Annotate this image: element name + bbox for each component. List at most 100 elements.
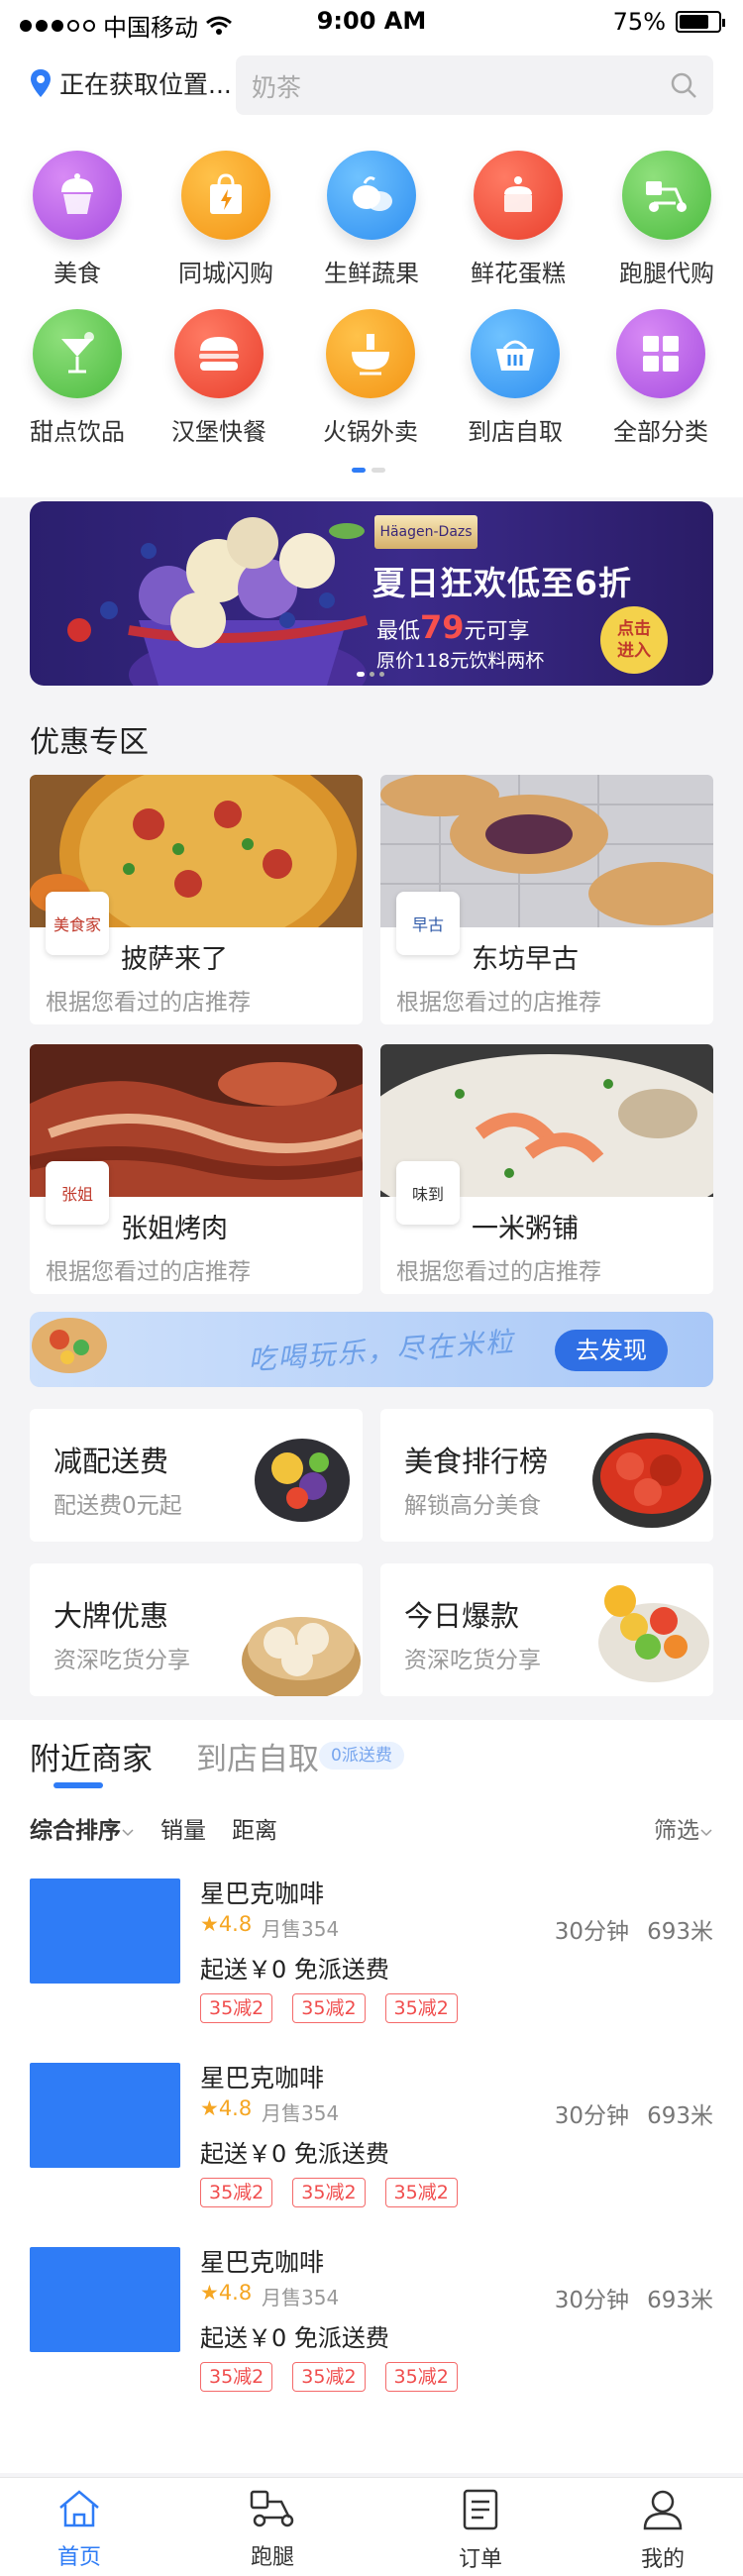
category-label: 生鲜蔬果 — [324, 260, 419, 287]
tab-label: 我的 — [640, 2547, 685, 2572]
sort-bar: 综合排序 销量 距离 — [30, 1811, 277, 1845]
feature-title: 减配送费 — [53, 1445, 169, 1478]
feature-title: 今日爆款 — [404, 1599, 520, 1633]
category-flower-cake[interactable]: 鲜花蛋糕 — [454, 151, 583, 288]
deal-card-bbq[interactable]: 张姐 张姐烤肉 根据您看过的店推荐 — [30, 1044, 363, 1294]
discount-badge: 35减2 — [200, 2178, 273, 2207]
category-label: 火锅外卖 — [323, 418, 418, 446]
shop-discount-badges: 35减2 35减2 35减2 — [200, 2362, 458, 2392]
category-label: 鲜花蛋糕 — [471, 260, 566, 287]
category-hotpot[interactable]: 火锅外卖 — [306, 309, 435, 447]
store-reason: 根据您看过的店推荐 — [46, 1259, 251, 1285]
location-selector[interactable]: 正在获取位置... — [30, 65, 232, 101]
store-reason: 根据您看过的店推荐 — [46, 990, 251, 1016]
shop-delivery-time: 30分钟 — [554, 2288, 629, 2313]
pager-dot-active — [352, 468, 366, 473]
crayfish-illustration — [592, 1433, 711, 1528]
category-burger[interactable]: 汉堡快餐 — [155, 309, 283, 447]
category-label: 汉堡快餐 — [171, 418, 266, 446]
shop-monthly-sales: 月售354 — [262, 2286, 340, 2309]
feature-today-hot[interactable]: 今日爆款 资深吃货分享 — [380, 1563, 713, 1696]
errand-icon — [250, 2490, 294, 2527]
cta-line2: 进入 — [617, 641, 651, 661]
store-logo: 美食家 — [46, 892, 109, 955]
feature-food-ranking[interactable]: 美食排行榜 解锁高分美食 — [380, 1409, 713, 1542]
store-logo: 味到 — [396, 1161, 460, 1225]
shop-fee-info: 起送￥0 免派送费 — [200, 1956, 389, 1984]
deal-card-congee[interactable]: 味到 一米粥铺 根据您看过的店推荐 — [380, 1044, 713, 1294]
feature-brand-deals[interactable]: 大牌优惠 资深吃货分享 — [30, 1563, 363, 1696]
brand-logo: Häagen-Dazs — [374, 515, 478, 549]
search-icon[interactable] — [670, 71, 697, 99]
discover-banner[interactable]: 吃喝玩乐，尽在米粒 去发现 — [30, 1312, 713, 1387]
price-suffix: 元可享 — [464, 619, 530, 644]
basket-icon — [471, 309, 560, 398]
banner-headline: 夏日狂欢低至6折 — [372, 564, 632, 602]
discount-badge: 35减2 — [200, 2362, 273, 2392]
discover-button[interactable]: 去发现 — [555, 1330, 668, 1371]
sort-default-dropdown[interactable]: 综合排序 — [30, 1811, 135, 1845]
shop-distance: 693米 — [647, 1919, 713, 1945]
category-pager — [352, 468, 385, 473]
search-placeholder: 奶茶 — [252, 73, 302, 102]
sort-sales[interactable]: 销量 — [160, 1811, 206, 1845]
tab-label: 订单 — [458, 2547, 502, 2572]
order-icon — [463, 2489, 498, 2530]
tab-nearby-shops[interactable]: 附近商家 — [30, 1734, 153, 1788]
store-name: 一米粥铺 — [472, 1214, 579, 1244]
pager-dot — [379, 672, 384, 677]
tab-label: 首页 — [56, 2545, 101, 2570]
category-label: 到店自取 — [468, 418, 563, 446]
pager-dot-active — [357, 672, 365, 677]
ice-cream-illustration — [67, 517, 369, 686]
banner-original: 原价118元饮料两杯 — [376, 650, 545, 672]
deal-card-breakfast[interactable]: 早古 东坊早古 根据您看过的店推荐 — [380, 775, 713, 1024]
category-fresh[interactable]: 生鲜蔬果 — [307, 151, 436, 288]
category-all[interactable]: 全部分类 — [596, 309, 725, 447]
shop-list-item[interactable]: 星巴克咖啡 ★4.8 月售354 30分钟 693米 起送￥0 免派送费 35减… — [30, 2063, 713, 2231]
category-errand[interactable]: 跑腿代购 — [602, 151, 731, 288]
shop-list-item[interactable]: 星巴克咖啡 ★4.8 月售354 30分钟 693米 起送￥0 免派送费 35减… — [30, 2247, 713, 2415]
category-pickup[interactable]: 到店自取 — [451, 309, 580, 447]
status-bar: 中国移动 9:00 AM 75% — [0, 0, 743, 44]
feature-subtitle: 资深吃货分享 — [404, 1648, 541, 1673]
battery-fill — [680, 15, 708, 29]
tab-orders[interactable]: 订单 — [426, 2488, 535, 2573]
filter-dropdown[interactable]: 筛选 — [654, 1811, 713, 1845]
price-prefix: 最低 — [376, 619, 421, 644]
category-flash-buy[interactable]: 同城闪购 — [161, 151, 290, 288]
shop-thumbnail — [30, 2247, 180, 2352]
shop-thumbnail — [30, 2063, 180, 2168]
shop-delivery-time: 30分钟 — [554, 1919, 629, 1945]
dumpling-illustration — [242, 1617, 361, 1696]
shopping-bag-icon — [181, 151, 270, 240]
discount-badge: 35减2 — [292, 2178, 366, 2207]
bottom-tab-bar: 首页 跑腿 订单 我的 — [0, 2477, 743, 2576]
free-delivery-tag: 0派送费 — [319, 1742, 404, 1770]
tab-home[interactable]: 首页 — [25, 2488, 134, 2571]
feature-free-delivery[interactable]: 减配送费 配送费0元起 — [30, 1409, 363, 1542]
home-icon — [59, 2490, 99, 2527]
discount-badge: 35减2 — [384, 2178, 458, 2207]
search-input[interactable]: 奶茶 — [236, 55, 713, 115]
deal-card-pizza[interactable]: 美食家 披萨来了 根据您看过的店推荐 — [30, 775, 363, 1024]
category-label: 同城闪购 — [178, 260, 273, 287]
shop-list-item[interactable]: 星巴克咖啡 ★4.8 月售354 30分钟 693米 起送￥0 免派送费 35减… — [30, 1878, 713, 2047]
category-grid: 美食 同城闪购 生鲜蔬果 鲜花蛋糕 跑腿代购 甜点饮品 汉堡快餐 火锅外卖 到店… — [0, 123, 743, 497]
cta-line1: 点击 — [617, 619, 651, 639]
sort-distance[interactable]: 距离 — [232, 1811, 277, 1845]
user-icon — [643, 2490, 683, 2530]
shop-discount-badges: 35减2 35减2 35减2 — [200, 1993, 458, 2023]
battery-percent: 75% — [612, 8, 666, 36]
tab-pickup[interactable]: 到店自取 — [196, 1734, 319, 1778]
pager-dot — [372, 468, 385, 473]
category-food[interactable]: 美食 — [13, 151, 142, 288]
store-name: 披萨来了 — [121, 944, 228, 975]
feature-subtitle: 资深吃货分享 — [53, 1648, 190, 1673]
category-dessert[interactable]: 甜点饮品 — [13, 309, 142, 447]
tab-label: 跑腿 — [250, 2545, 294, 2570]
promo-banner[interactable]: Häagen-Dazs 夏日狂欢低至6折 最低79元可享 原价118元饮料两杯 … — [30, 501, 713, 686]
tab-errand[interactable]: 跑腿 — [218, 2488, 327, 2571]
banner-cta-button[interactable]: 点击 进入 — [600, 606, 668, 674]
tab-mine[interactable]: 我的 — [608, 2488, 717, 2573]
